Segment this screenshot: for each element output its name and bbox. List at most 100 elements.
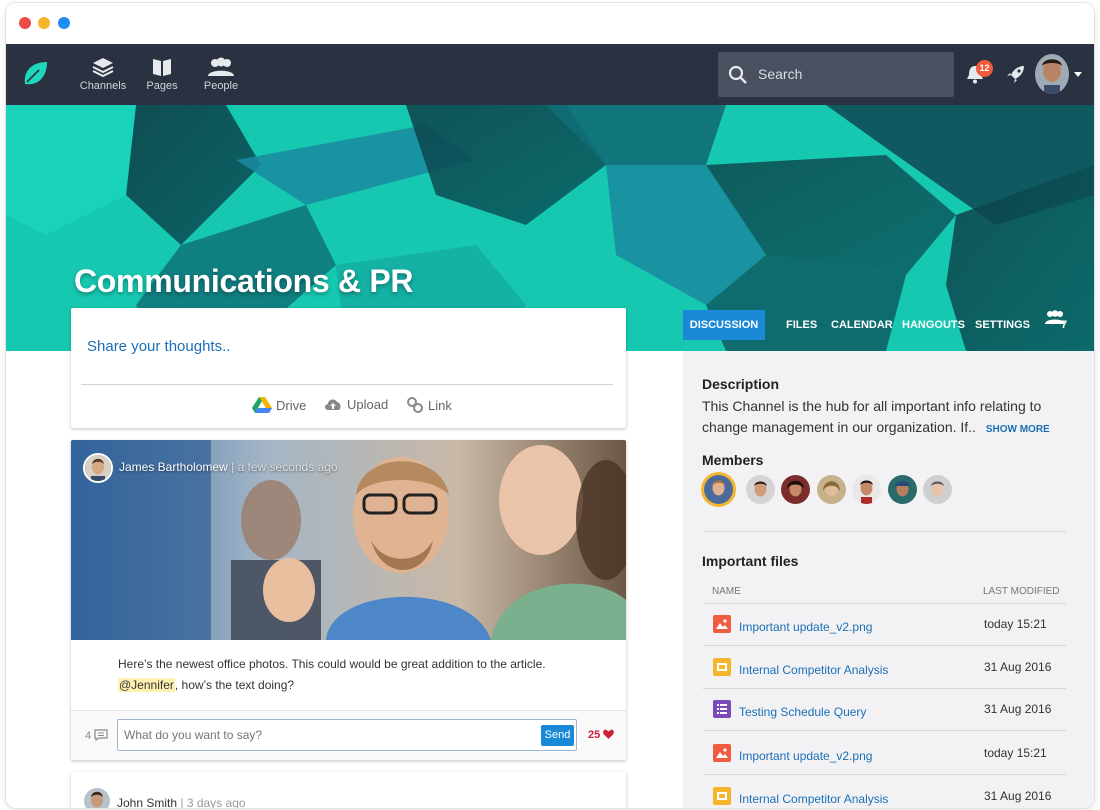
chevron-down-icon[interactable] xyxy=(1074,72,1082,77)
member-avatar[interactable] xyxy=(746,475,775,504)
post-text: Here’s the newest office photos. This co… xyxy=(118,657,546,671)
file-name[interactable]: Internal Competitor Analysis xyxy=(739,663,888,677)
attach-link-button[interactable]: Link xyxy=(406,396,452,414)
user-avatar[interactable] xyxy=(1035,54,1069,94)
attach-drive-label: Drive xyxy=(276,397,307,413)
file-name[interactable]: Important update_v2.png xyxy=(739,749,872,763)
file-row[interactable]: Important update_v2.png today 15:21 xyxy=(703,604,1066,646)
file-name[interactable]: Testing Schedule Query xyxy=(739,705,866,719)
attach-drive-button[interactable]: Drive xyxy=(252,396,306,414)
people-icon xyxy=(208,57,234,76)
post-author-name[interactable]: James Bartholomew xyxy=(119,460,228,474)
post-text-after-mention: , how’s the text doing? xyxy=(174,678,295,692)
reply-row: 4 Send 25 xyxy=(71,710,626,760)
channel-description: This Channel is the hub for all importan… xyxy=(702,396,1072,440)
nav-pages[interactable]: Pages xyxy=(132,56,192,92)
top-navbar: Channels Pages People Search 12 xyxy=(6,44,1094,105)
composer-divider xyxy=(81,384,613,385)
slides-file-icon xyxy=(713,658,731,676)
image-file-icon xyxy=(713,615,731,633)
channel-title: Communications & PR xyxy=(74,263,414,299)
comment-count-button[interactable]: 4 xyxy=(85,729,108,742)
like-count: 25 xyxy=(588,729,601,741)
file-modified: today 15:21 xyxy=(984,617,1047,631)
feed-post: John Smith | 3 days ago xyxy=(71,772,626,808)
notification-badge: 12 xyxy=(976,60,993,77)
composer-input[interactable]: Share your thoughts.. xyxy=(87,338,230,355)
app-window: Channels Pages People Search 12 Communic… xyxy=(6,3,1094,808)
members-count-tab[interactable]: 7 xyxy=(1044,310,1084,340)
file-row[interactable]: Testing Schedule Query 31 Aug 2016 xyxy=(703,689,1066,731)
file-modified: 31 Aug 2016 xyxy=(984,702,1052,716)
post-author-name[interactable]: John Smith xyxy=(117,796,177,808)
description-heading: Description xyxy=(702,376,780,392)
attach-upload-label: Upload xyxy=(347,396,389,412)
book-icon xyxy=(153,59,171,76)
tab-settings[interactable]: SETTINGS xyxy=(975,310,1030,340)
minimize-window-button[interactable] xyxy=(38,17,50,29)
nav-people[interactable]: People xyxy=(191,56,251,92)
comment-icon xyxy=(94,729,108,742)
file-name[interactable]: Important update_v2.png xyxy=(739,620,872,634)
window-titlebar xyxy=(6,3,1094,44)
member-avatar[interactable] xyxy=(781,475,810,504)
search-icon xyxy=(728,65,747,84)
post-body: Here’s the newest office photos. This co… xyxy=(118,654,588,696)
member-avatar[interactable] xyxy=(923,475,952,504)
send-button[interactable]: Send xyxy=(541,725,574,746)
tab-files[interactable]: FILES xyxy=(786,310,817,340)
close-window-button[interactable] xyxy=(19,17,31,29)
file-modified: today 15:21 xyxy=(984,746,1047,760)
tab-hangouts[interactable]: HANGOUTS xyxy=(902,310,965,340)
search-input[interactable]: Search xyxy=(718,52,954,97)
attach-link-label: Link xyxy=(428,397,452,413)
author-avatar[interactable] xyxy=(83,453,113,483)
members-heading: Members xyxy=(702,452,764,468)
file-modified: 31 Aug 2016 xyxy=(984,789,1052,803)
post-author-line: James Bartholomew | a few seconds ago xyxy=(119,460,338,474)
author-avatar[interactable] xyxy=(84,788,110,808)
nav-people-label: People xyxy=(203,80,239,92)
like-button[interactable]: 25 xyxy=(588,729,615,741)
show-more-link[interactable]: SHOW MORE xyxy=(986,424,1050,435)
drive-icon xyxy=(252,397,272,413)
file-row[interactable]: Internal Competitor Analysis 31 Aug 2016 xyxy=(703,776,1066,808)
member-avatar[interactable] xyxy=(817,475,846,504)
rocket-icon[interactable] xyxy=(1006,64,1026,84)
app-logo-icon[interactable] xyxy=(21,60,49,88)
member-avatar[interactable] xyxy=(852,475,881,504)
file-row[interactable]: Internal Competitor Analysis 31 Aug 2016 xyxy=(703,647,1066,689)
mention-link[interactable]: @Jennifer xyxy=(118,678,175,692)
tab-calendar[interactable]: CALENDAR xyxy=(831,310,893,340)
post-composer: Share your thoughts.. Drive Upload Link xyxy=(71,308,626,428)
image-file-icon xyxy=(713,744,731,762)
maximize-window-button[interactable] xyxy=(58,17,70,29)
column-header-last-modified[interactable]: LAST MODIFIED xyxy=(983,586,1060,597)
attach-upload-button[interactable]: Upload xyxy=(323,396,388,412)
heart-icon xyxy=(603,729,615,739)
post-author-line: John Smith | 3 days ago xyxy=(117,796,246,808)
member-avatar[interactable] xyxy=(704,475,733,504)
file-modified: 31 Aug 2016 xyxy=(984,660,1052,674)
post-photo[interactable]: James Bartholomew | a few seconds ago xyxy=(71,440,626,640)
feed-post: James Bartholomew | a few seconds ago He… xyxy=(71,440,626,760)
file-row[interactable]: Important update_v2.png today 15:21 xyxy=(703,733,1066,775)
people-icon xyxy=(1045,310,1065,324)
cloud-upload-icon xyxy=(325,399,341,410)
nav-channels-label: Channels xyxy=(79,80,127,92)
nav-channels[interactable]: Channels xyxy=(73,56,133,92)
layers-icon xyxy=(92,58,114,78)
form-file-icon xyxy=(713,700,731,718)
comment-count: 4 xyxy=(85,730,92,742)
slides-file-icon xyxy=(713,787,731,805)
link-icon xyxy=(407,397,423,413)
reply-input[interactable] xyxy=(117,719,577,751)
file-name[interactable]: Internal Competitor Analysis xyxy=(739,792,888,806)
post-time: 3 days ago xyxy=(186,796,246,808)
search-placeholder: Search xyxy=(758,66,803,82)
tab-discussion[interactable]: DISCUSSION xyxy=(683,310,765,340)
important-files-heading: Important files xyxy=(702,553,799,569)
member-avatar[interactable] xyxy=(888,475,917,504)
post-time: a few seconds ago xyxy=(237,460,338,474)
column-header-name[interactable]: NAME xyxy=(712,586,741,597)
